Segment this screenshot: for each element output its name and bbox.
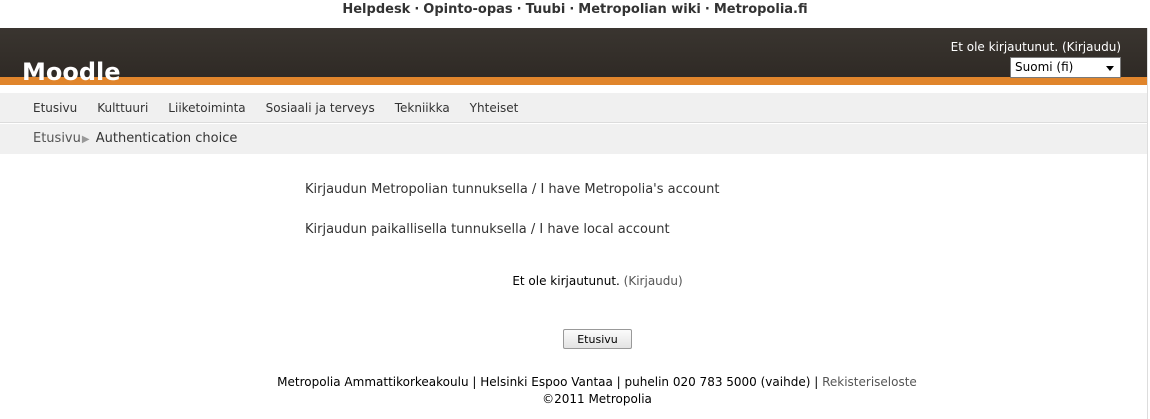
breadcrumb-current: Authentication choice <box>95 131 238 146</box>
top-link-separator: · <box>569 2 575 17</box>
menu-item-sosiaali-ja-terveys[interactable]: Sosiaali ja terveys <box>256 93 385 123</box>
breadcrumb: Etusivu▶ Authentication choice <box>0 124 1147 155</box>
home-button[interactable]: Etusivu <box>563 329 632 349</box>
top-link-tuubi[interactable]: Tuubi <box>526 2 566 17</box>
navbar: Etusivu▶ Authentication choice <box>0 124 1147 154</box>
top-link-metropolia[interactable]: Metropolia.fi <box>714 2 808 17</box>
language-selected-value: Suomi (fi) <box>1015 60 1074 74</box>
custom-menu: Etusivu Kulttuuri Liiketoiminta Sosiaali… <box>0 93 1147 123</box>
auth-option-metropolia[interactable]: Kirjaudun Metropolian tunnuksella / I ha… <box>305 182 719 197</box>
page-footer: Metropolia Ammattikorkeakoulu | Helsinki… <box>0 374 1150 408</box>
breadcrumb-arrow-icon: ▶ <box>81 134 90 145</box>
top-link-wiki[interactable]: Metropolian wiki <box>578 2 701 17</box>
breadcrumb-home-link[interactable]: Etusivu <box>33 131 81 146</box>
menu-item-etusivu[interactable]: Etusivu <box>23 93 87 123</box>
login-info-content: Et ole kirjautunut. (Kirjaudu) <box>0 274 1150 288</box>
page-header: Moodle Et ole kirjautunut. (Kirjaudu) Su… <box>0 28 1147 86</box>
top-link-helpdesk[interactable]: Helpdesk <box>342 2 410 17</box>
top-link-separator: · <box>414 2 420 17</box>
footer-contact-text: Metropolia Ammattikorkeakoulu | Helsinki… <box>277 375 819 389</box>
top-link-opinto-opas[interactable]: Opinto-opas <box>423 2 512 17</box>
footer-copyright: ©2011 Metropolia <box>542 392 652 406</box>
footer-privacy-link[interactable]: Rekisteriseloste <box>822 375 917 389</box>
login-link[interactable]: (Kirjaudu) <box>1062 40 1121 54</box>
page-right-border <box>1147 28 1148 419</box>
login-info: Et ole kirjautunut. (Kirjaudu) <box>951 40 1121 55</box>
menu-item-yhteiset[interactable]: Yhteiset <box>460 93 529 123</box>
top-link-separator: · <box>704 2 710 17</box>
content-login-link[interactable]: (Kirjaudu) <box>624 274 683 288</box>
top-links-bar: Helpdesk · Opinto-opas · Tuubi · Metropolian w… <box>0 0 1150 28</box>
chevron-down-icon <box>1106 66 1114 71</box>
login-status-text: Et ole kirjautunut. <box>950 40 1059 54</box>
menu-item-liiketoiminta[interactable]: Liiketoiminta <box>158 93 255 123</box>
language-select[interactable]: Suomi (fi) <box>1010 57 1121 78</box>
top-link-separator: · <box>516 2 522 17</box>
menu-item-kulttuuri[interactable]: Kulttuuri <box>87 93 158 123</box>
auth-option-local[interactable]: Kirjaudun paikallisella tunnuksella / I … <box>305 222 670 237</box>
menu-item-tekniikka[interactable]: Tekniikka <box>385 93 460 123</box>
not-logged-in-text: Et ole kirjautunut. <box>512 274 620 288</box>
site-logo[interactable]: Moodle <box>22 58 121 86</box>
